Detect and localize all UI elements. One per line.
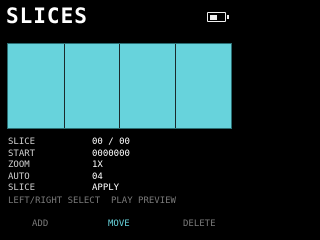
info-value: APPLY [92, 183, 120, 193]
battery-icon [207, 12, 229, 22]
info-label: SLICE [8, 137, 36, 147]
battery-level-fill [209, 14, 217, 20]
slice-waveform-view[interactable] [7, 43, 232, 129]
battery-tip [227, 15, 229, 19]
softkey-bar: ADD MOVE DELETE [0, 217, 240, 231]
info-value: 00 / 00 [92, 137, 130, 147]
page-title: SLICES [6, 4, 88, 28]
info-row-start[interactable]: START 0000000 [8, 149, 130, 161]
info-label: AUTO [8, 171, 30, 182]
info-value: 1X [92, 160, 103, 170]
delete-button[interactable]: DELETE [183, 219, 216, 229]
info-row-slice-apply[interactable]: SLICE APPLY [8, 183, 130, 195]
add-button[interactable]: ADD [32, 219, 48, 229]
slice-marker[interactable] [175, 44, 176, 128]
info-label: START [8, 148, 36, 159]
slice-marker[interactable] [119, 44, 120, 128]
info-value: 0000000 [92, 148, 130, 159]
slice-info-panel: SLICE 00 / 00 START 0000000 ZOOM 1X AUTO… [8, 137, 130, 195]
info-row-slice[interactable]: SLICE 00 / 00 [8, 137, 130, 149]
control-hint: LEFT/RIGHT SELECT PLAY PREVIEW [8, 196, 176, 206]
move-button[interactable]: MOVE [108, 219, 130, 229]
info-row-auto[interactable]: AUTO 04 [8, 172, 130, 184]
slice-marker[interactable] [64, 44, 65, 128]
info-row-zoom[interactable]: ZOOM 1X [8, 160, 130, 172]
info-label: SLICE [8, 183, 36, 193]
info-label: ZOOM [8, 160, 30, 170]
info-value: 04 [92, 171, 103, 182]
